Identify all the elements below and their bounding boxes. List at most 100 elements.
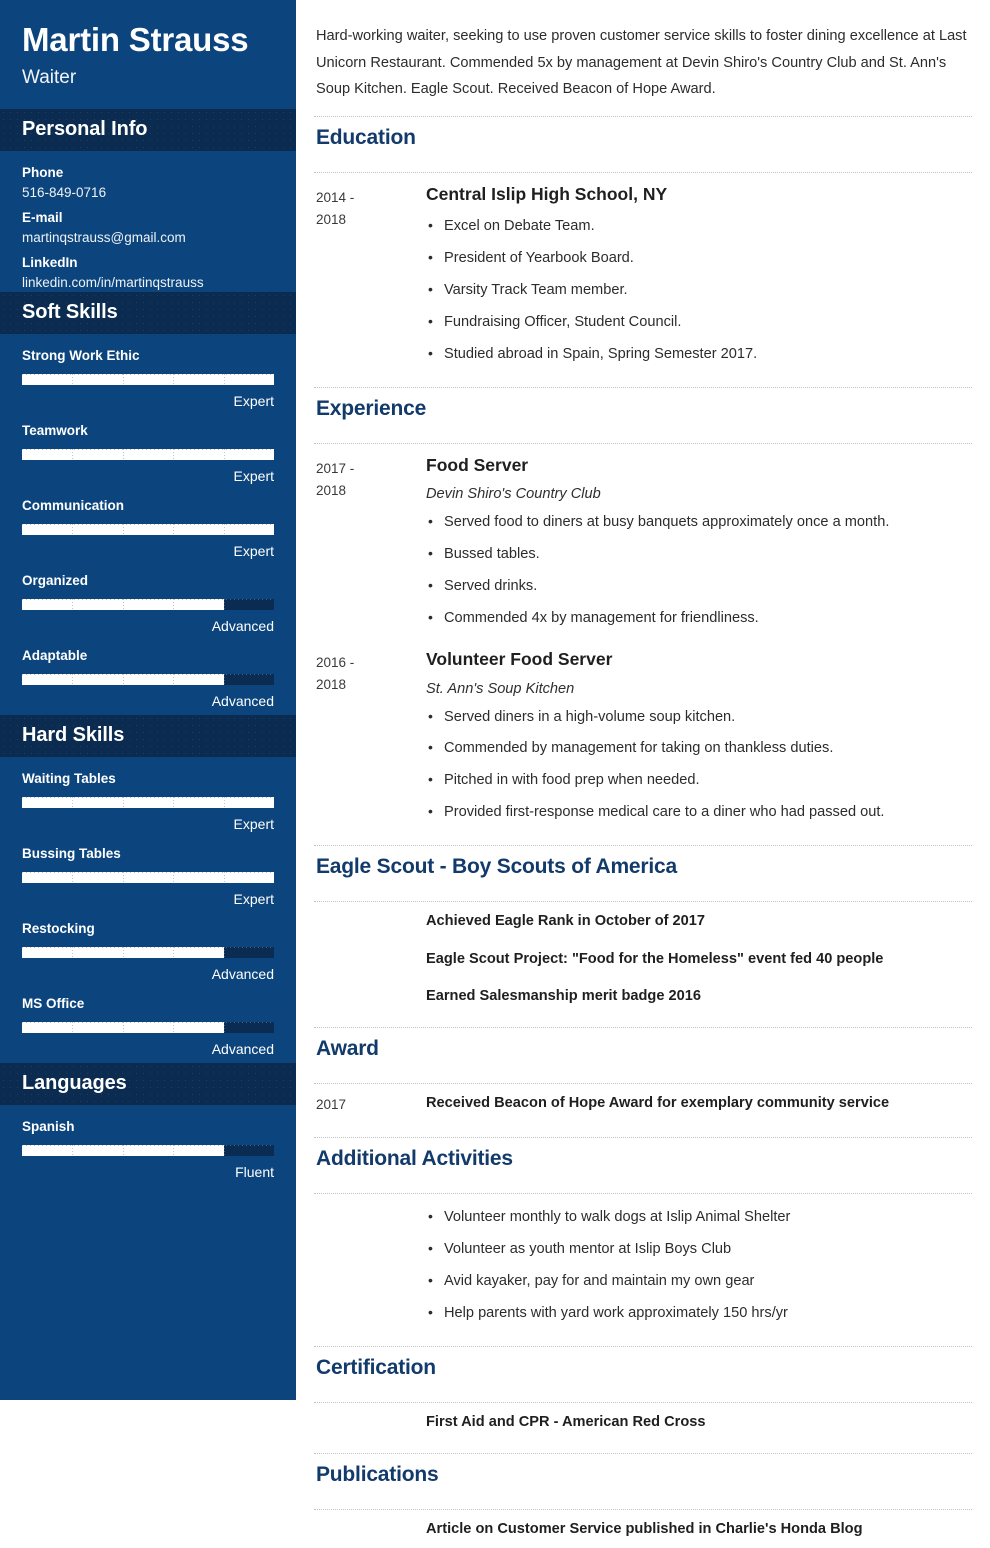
skill-bar-segment-divider [72,673,74,685]
entry-date-range: 2016 -2018 [316,654,355,692]
certification-body: First Aid and CPR - American Red Cross [426,1412,972,1432]
skill-bar-segment-divider [72,946,74,958]
entry-bullet: Commended by management for taking on th… [426,737,972,760]
award-date: 2017 [316,1097,347,1113]
entry-bullet: Commended 4x by management for friendlin… [426,607,972,630]
activity-bullet: Help parents with yard work approximatel… [426,1302,972,1325]
skill-bar-segment-divider [173,796,175,808]
skill-row: MS Office Advanced [22,996,274,1057]
eagle-scout-entry: Earned Salesmanship merit badge 2016 [314,977,972,1014]
eagle-scout-body: Achieved Eagle Rank in October of 2017 [426,911,972,931]
eagle-scout-entry: Eagle Scout Project: "Food for the Homel… [314,940,972,977]
skill-bar-segment-divider [122,448,124,460]
entry-title: Food Server [426,454,529,475]
resume-page: Martin Strauss Waiter Personal Info Phon… [0,0,990,1537]
skill-bar-segment-divider [173,523,175,535]
sidebar-section-heading-soft-skills: Soft Skills [0,291,296,334]
sidebar-section-heading-hard-skills: Hard Skills [0,714,296,757]
skill-bar-edge-dots [22,523,274,535]
skill-level-label: Expert [233,890,274,907]
eagle-scout-entry: Achieved Eagle Rank in October of 2017 [314,902,972,939]
certification-line: First Aid and CPR - American Red Cross [426,1413,706,1430]
skill-level-label: Expert [233,467,274,484]
eagle-scout-date-spacer [314,949,426,950]
eagle-scout-body: Earned Salesmanship merit badge 2016 [426,986,972,1006]
skill-bar-segment-divider [173,673,175,685]
skill-row: Organized Advanced [22,573,274,634]
section-title-publications: Publications [316,1463,439,1487]
skill-bar-segment-divider [173,946,175,958]
skill-bar-segment-divider [122,1021,124,1033]
skill-bar-segment-divider [72,1021,74,1033]
eagle-scout-body: Eagle Scout Project: "Food for the Homel… [426,949,972,969]
skill-level-bar [22,523,274,535]
skill-row: Communication Expert [22,498,274,559]
skill-bar-segment-divider [72,448,74,460]
entry-organization: St. Ann's Soup Kitchen [426,680,575,697]
skill-level-bar [22,1144,274,1156]
sidebar-section-heading-personal-info: Personal Info [0,108,296,151]
skill-bar-edge-dots [22,796,274,808]
skill-level-bar [22,796,274,808]
skill-bar-edge-dots [22,448,274,460]
personal-info-value[interactable]: linkedin.com/in/martinqstrauss [22,275,274,290]
entry-bullet: Studied abroad in Spain, Spring Semester… [426,343,972,366]
professional-summary: Hard-working waiter, seeking to use prov… [316,28,967,98]
hard-skills-list: Waiting Tables Expert Bussing Tables Expert… [0,757,296,1063]
skill-row: Spanish Fluent [22,1119,274,1180]
eagle-scout-date-spacer [314,986,426,987]
skill-bar-segment-divider [173,1144,175,1156]
section-title-experience: Experience [316,396,427,420]
activity-bullet: Avid kayaker, pay for and maintain my ow… [426,1270,972,1293]
personal-info-value[interactable]: martinqstrauss@gmail.com [22,230,274,245]
skill-bar-edge-dots [22,673,274,685]
skill-bar-segment-divider [72,373,74,385]
soft-skills-list: Strong Work Ethic Expert Teamwork Expert Com… [0,334,296,715]
section-title-award: Award [316,1037,379,1061]
additional-activities-body: Volunteer monthly to walk dogs at Islip … [426,1204,972,1325]
skill-bar-segment-divider [72,1144,74,1156]
skill-level-bar [22,448,274,460]
skill-bar-segment-divider [223,673,225,685]
skill-name: Communication [22,497,125,513]
skill-level-label: Advanced [211,692,274,709]
skill-level-label: Expert [233,815,274,832]
entry-date-range: 2017 -2018 [316,460,355,498]
skill-bar-segment-divider [223,598,225,610]
skill-level-label: Fluent [235,1163,274,1180]
entry-bullet-list: Served diners in a high-volume soup kitc… [426,706,972,825]
personal-info-value[interactable]: 516-849-0716 [22,185,274,200]
skill-row: Teamwork Expert [22,423,274,484]
skill-row: Strong Work Ethic Expert [22,348,274,409]
skill-bar-segment-divider [223,871,225,883]
main-content: Hard-working waiter, seeking to use prov… [296,0,990,1537]
eagle-scout-line: Achieved Eagle Rank in October of 2017 [426,913,705,930]
languages-list: Spanish Fluent [0,1105,296,1186]
personal-info-list: Phone 516-849-0716 E-mail martinqstrauss@gm… [0,151,296,292]
entry-body: Volunteer Food Server St. Ann's Soup Kitc… [426,648,972,824]
skill-level-label: Advanced [211,1040,274,1057]
skill-level-bar [22,1021,274,1033]
skill-level-label: Expert [233,392,274,409]
sidebar-identity-block: Martin Strauss Waiter [0,0,296,109]
skill-name: Teamwork [22,422,88,438]
sidebar: Martin Strauss Waiter Personal Info Phon… [0,0,296,1400]
skill-bar-segment-divider [72,871,74,883]
skill-level-label: Expert [233,542,274,559]
skill-bar-edge-dots [22,1021,274,1033]
sidebar-section-heading-languages: Languages [0,1062,296,1105]
skill-name: Bussing Tables [22,845,121,861]
entry-date-range: 2014 -2018 [316,189,355,227]
skill-row: Adaptable Advanced [22,648,274,709]
eagle-scout-line: Eagle Scout Project: "Food for the Homel… [426,950,884,967]
skill-bar-edge-dots [22,946,274,958]
entry-bullet: President of Yearbook Board. [426,247,972,270]
entry-bullet: Served food to diners at busy banquets a… [426,511,972,534]
skill-bar-segment-divider [173,448,175,460]
personal-info-label: Phone [22,164,64,180]
entry-bullet: Varsity Track Team member. [426,279,972,302]
experience-entries: 2017 -2018 Food Server Devin Shiro's Count… [314,444,972,832]
entry-body: Central Islip High School, NY Excel on De… [426,183,972,366]
skill-level-label: Advanced [211,617,274,634]
skill-bar-edge-dots [22,598,274,610]
